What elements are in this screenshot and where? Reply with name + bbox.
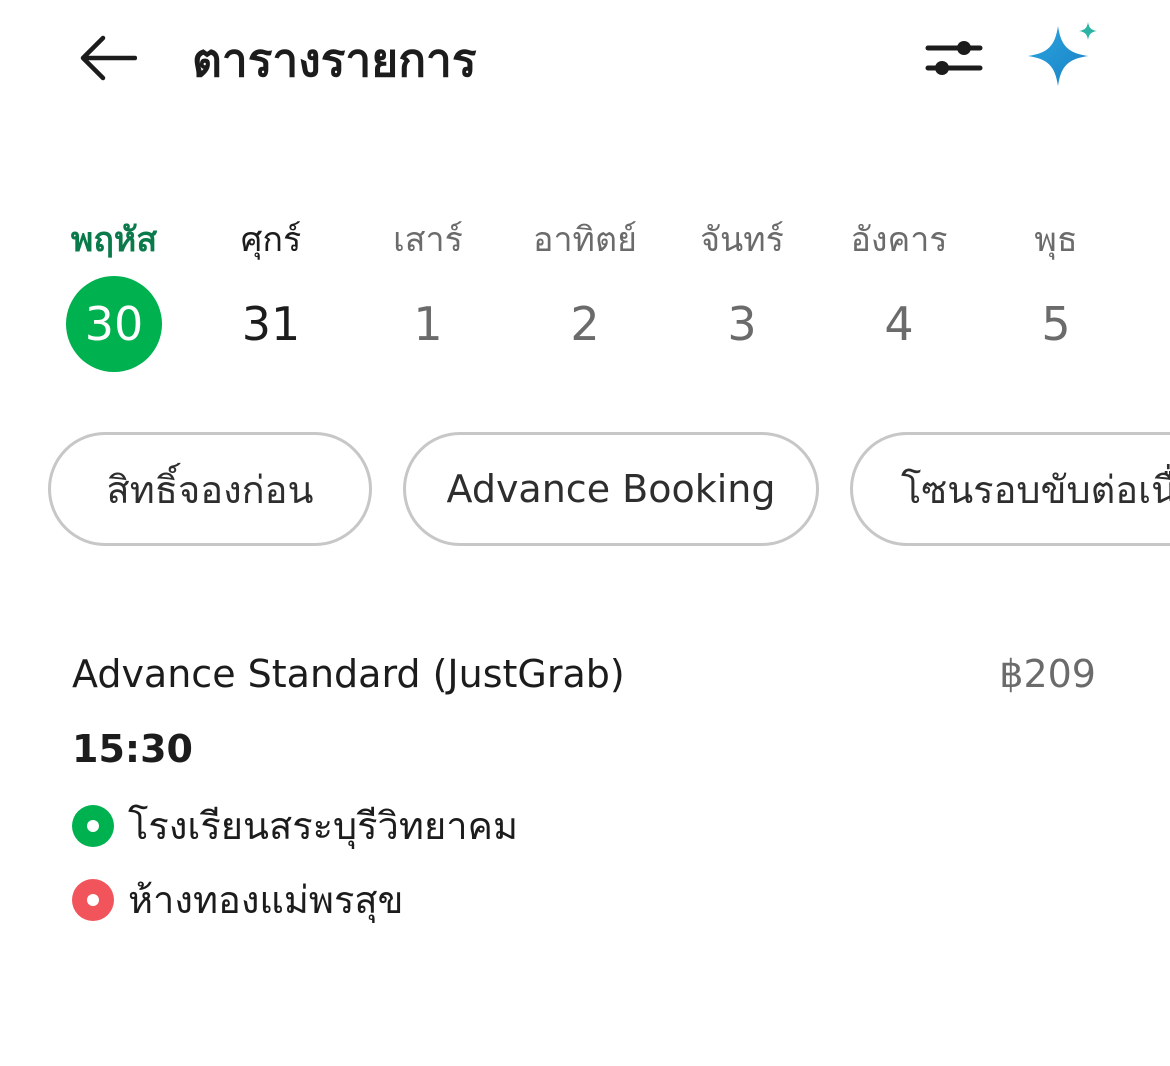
dropoff-stop: ห้างทองแม่พรสุข — [72, 874, 404, 926]
day-number: 2 — [570, 297, 600, 351]
day-number: 1 — [413, 297, 443, 351]
date-item[interactable]: อังคาร 4 — [821, 210, 977, 380]
pickup-stop: โรงเรียนสระบุรีวิทยาคม — [72, 800, 518, 852]
day-name: พุธ — [1034, 220, 1078, 260]
date-item[interactable]: อาทิตย์ 2 — [507, 210, 663, 380]
app-header: ตารางรายการ — [0, 0, 1170, 120]
day-name: อังคาร — [850, 220, 948, 260]
day-name: เสาร์ — [393, 220, 463, 260]
ai-assistant-button[interactable] — [1024, 18, 1104, 94]
date-item-selected[interactable]: พฤหัส 30 — [36, 210, 192, 380]
sliders-icon — [924, 36, 984, 84]
sparkle-icon — [1026, 18, 1102, 94]
trip-service-name: Advance Standard (JustGrab) — [72, 652, 625, 696]
chip-label: Advance Booking — [446, 467, 776, 511]
dropoff-dot-icon — [72, 879, 114, 921]
pickup-location: โรงเรียนสระบุรีวิทยาคม — [128, 804, 519, 848]
chip-label: โซนรอบขับต่อเนื่ — [901, 467, 1170, 512]
pickup-dot-icon — [72, 805, 114, 847]
dropoff-location: ห้างทองแม่พรสุข — [128, 878, 404, 922]
date-selector: พฤหัส 30 ศุกร์ 31 เสาร์ 1 อาทิตย์ 2 จันท… — [36, 210, 1136, 380]
arrow-left-icon — [79, 35, 138, 85]
back-button[interactable] — [72, 26, 144, 94]
day-number: 4 — [884, 297, 914, 351]
day-name: ศุกร์ — [240, 220, 302, 260]
day-number: 5 — [1041, 297, 1071, 351]
trip-price: ฿209 — [999, 652, 1096, 696]
trip-time: 15:30 — [72, 727, 193, 771]
date-item[interactable]: ศุกร์ 31 — [193, 210, 349, 380]
chip-advance-booking[interactable]: Advance Booking — [403, 432, 819, 546]
day-name: อาทิตย์ — [533, 220, 637, 260]
day-name: พฤหัส — [70, 220, 158, 260]
chip-label: สิทธิ์จองก่อน — [106, 467, 314, 512]
chip-continuous-zone[interactable]: โซนรอบขับต่อเนื่ — [850, 432, 1170, 546]
filter-chip-row: สิทธิ์จองก่อน Advance Booking โซนรอบขับต… — [0, 432, 1170, 552]
day-name: จันทร์ — [700, 220, 784, 260]
day-number: 31 — [241, 297, 301, 351]
page-title: ตารางรายการ — [192, 33, 477, 87]
day-number: 30 — [66, 276, 162, 372]
day-number: 3 — [727, 297, 757, 351]
date-item[interactable]: เสาร์ 1 — [350, 210, 506, 380]
chip-priority-booking[interactable]: สิทธิ์จองก่อน — [48, 432, 372, 546]
date-item[interactable]: จันทร์ 3 — [664, 210, 820, 380]
date-item[interactable]: พุธ 5 — [978, 210, 1134, 380]
filter-button[interactable] — [920, 30, 988, 90]
trip-list-item[interactable]: Advance Standard (JustGrab) ฿209 15:30 โ… — [0, 640, 1170, 940]
